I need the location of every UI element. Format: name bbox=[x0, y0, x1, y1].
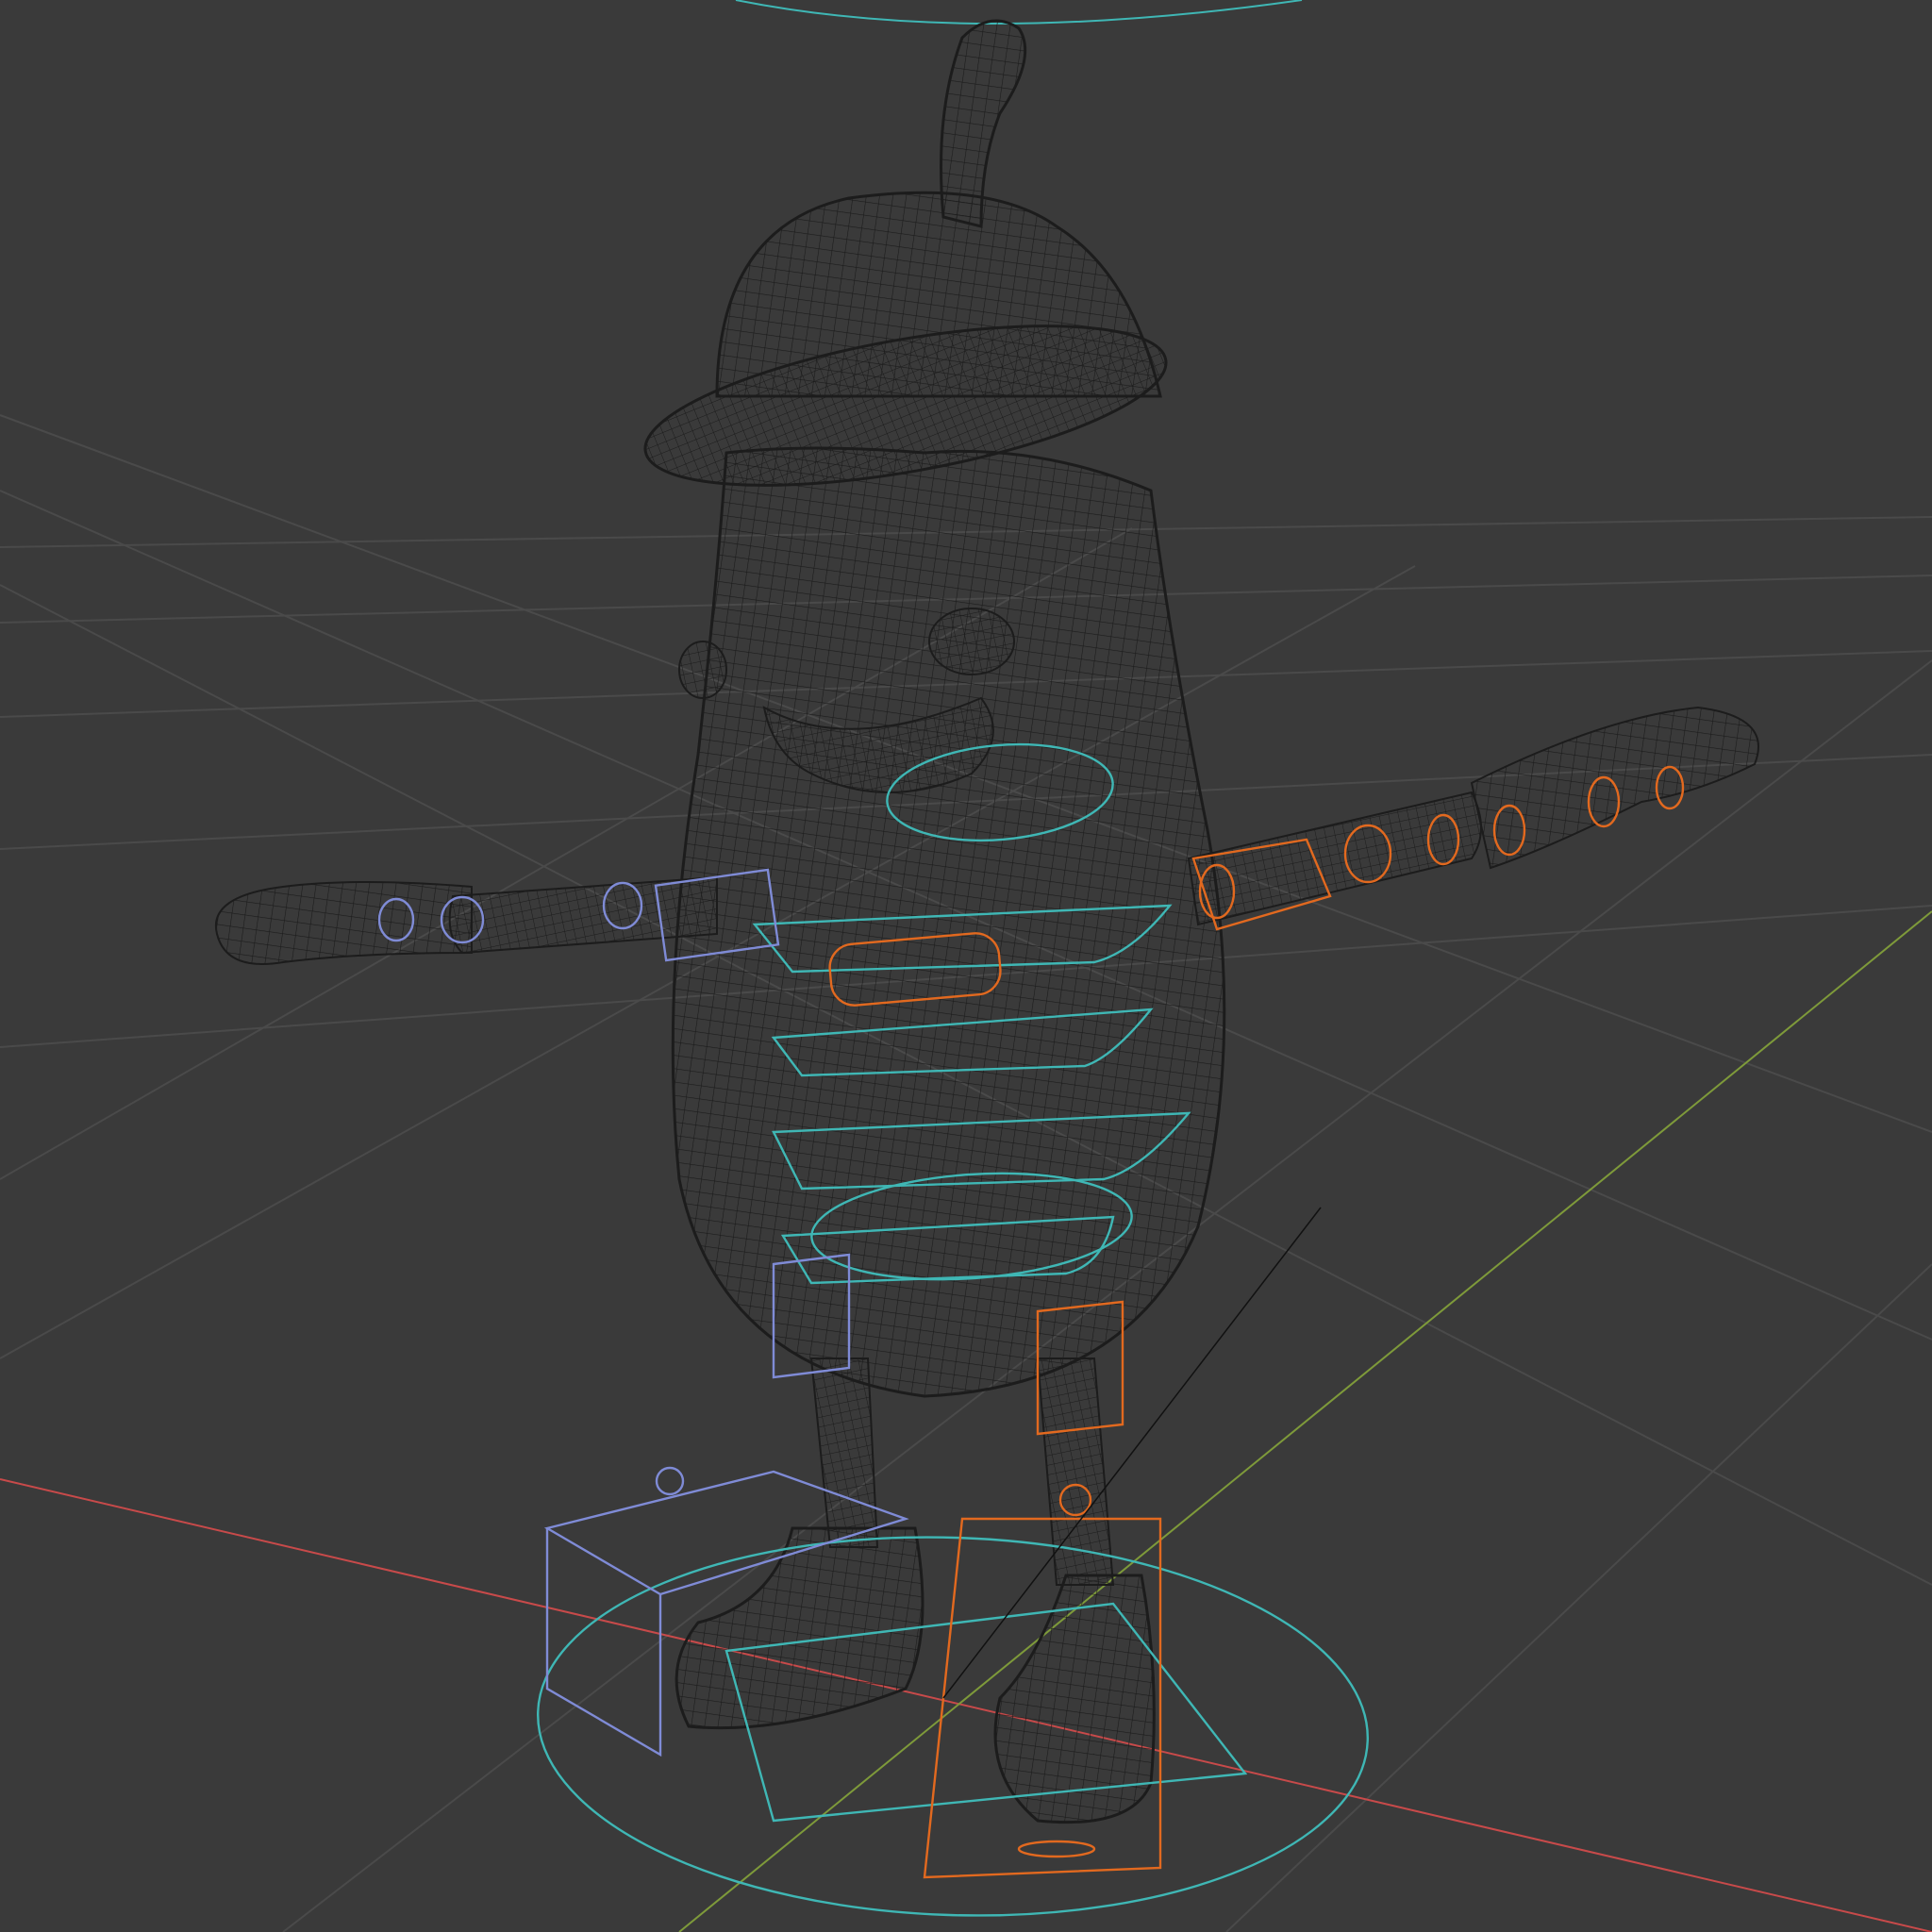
3d-viewport[interactable] bbox=[0, 0, 1932, 1932]
x-axis-line bbox=[0, 1478, 1932, 1932]
head-control-circle[interactable] bbox=[735, 0, 1303, 25]
viewport-canvas[interactable] bbox=[0, 0, 1932, 1932]
character-mesh[interactable] bbox=[214, 19, 1759, 1824]
